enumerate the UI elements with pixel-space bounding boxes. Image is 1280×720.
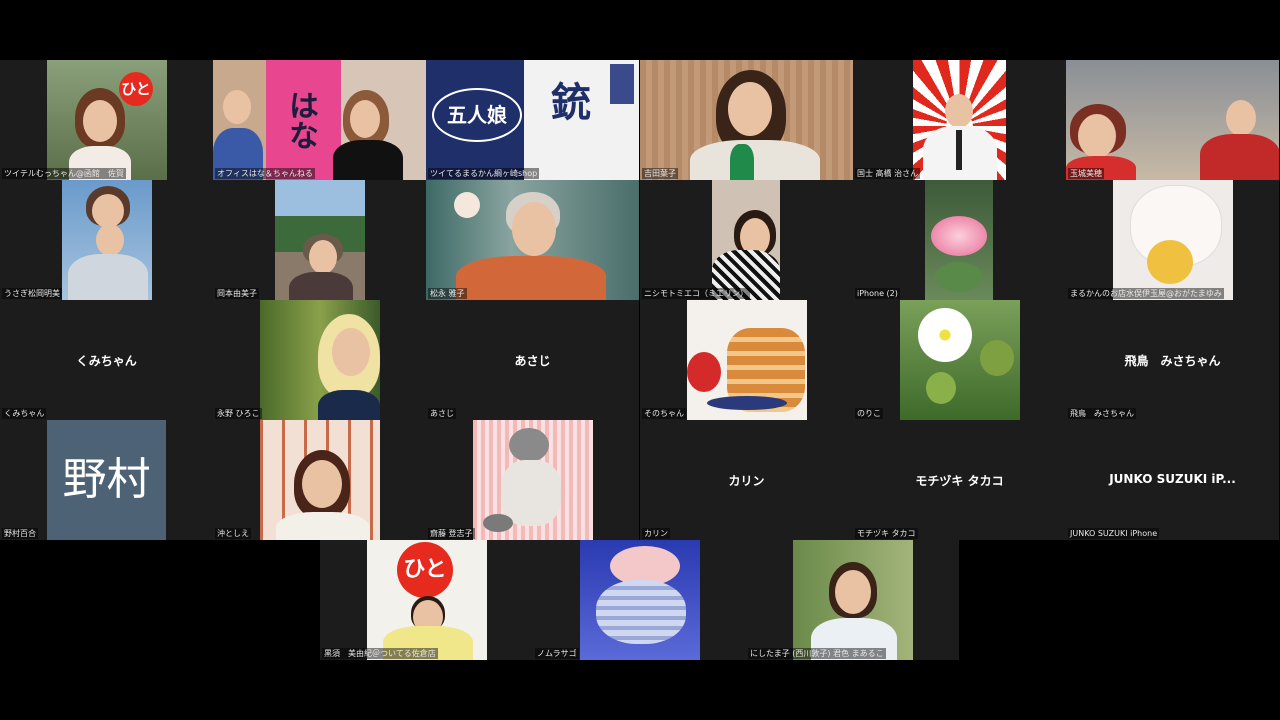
participant-tile[interactable]: そのちゃん (640, 300, 853, 420)
participant-tile[interactable]: カリン カリン (640, 420, 853, 540)
participant-tile[interactable]: にしたま子 (西川敦子) 君色 まあるこ (746, 540, 959, 660)
participant-video (900, 300, 1020, 420)
participant-name: モチヅキ タカコ (855, 528, 918, 539)
participant-video (580, 540, 700, 660)
participant-tile[interactable]: まるかんのお店水俣伊玉屋@おがたまゆみ (1066, 180, 1279, 300)
participant-name: くみちゃん (2, 408, 47, 419)
participant-video (1113, 180, 1233, 300)
participant-center-name: カリン (728, 474, 765, 488)
gallery-grid: ひと ツイテルむっちゃん@函館 佐賀 はな オフィスはな＆ちゃんねる 五人娘 銃… (0, 60, 1280, 660)
participant-center-name: 飛鳥 みさちゃん (1124, 354, 1221, 368)
participant-name: 齋藤 登志子 (428, 528, 475, 539)
participant-tile[interactable]: 国士 髙橋 治さん (853, 60, 1066, 180)
participant-tile[interactable]: 吉田葉子 (640, 60, 853, 180)
participant-center-name: くみちゃん (76, 354, 137, 368)
participant-tile[interactable]: 松永 雅子 (426, 180, 639, 300)
participant-center-name: あさじ (514, 354, 551, 368)
participant-name: ツイテルむっちゃん@函館 佐賀 (2, 168, 126, 179)
participant-name: 黒須 美由紀＠ついてる佐倉店 (322, 648, 438, 659)
participant-name: ツイてるまるかん綱ヶ崎shop (428, 168, 540, 179)
participant-tile[interactable]: 永野 ひろこ (213, 300, 426, 420)
participant-tile[interactable]: のりこ (853, 300, 1066, 420)
participant-video (260, 420, 380, 540)
participant-video: はな (213, 60, 426, 180)
participant-name: 岡本由美子 (215, 288, 259, 299)
participant-name: ノムラサゴ (535, 648, 579, 659)
participant-name: 野村百合 (2, 528, 38, 539)
participant-name: オフィスはな＆ちゃんねる (215, 168, 315, 179)
participant-name: そのちゃん (642, 408, 686, 419)
participant-video (712, 180, 780, 300)
participant-name: 永野 ひろこ (215, 408, 262, 419)
participant-name: 国士 髙橋 治さん (855, 168, 921, 179)
participant-video (426, 180, 639, 300)
participant-video: ひと (367, 540, 487, 660)
participant-video (687, 300, 807, 420)
participant-tile[interactable]: モチヅキ タカコ モチヅキ タカコ (853, 420, 1066, 540)
participant-name: にしたま子 (西川敦子) 君色 まあるこ (748, 648, 886, 659)
participant-video (913, 60, 1006, 180)
participant-center-name: モチヅキ タカコ (915, 474, 1004, 488)
participant-video: ひと (47, 60, 167, 180)
participant-tile[interactable]: 齋藤 登志子 (426, 420, 639, 540)
participant-name: あさじ (428, 408, 456, 419)
participant-video (1066, 60, 1279, 180)
participant-name: 沖としえ (215, 528, 251, 539)
participant-video (640, 60, 853, 180)
participant-video (260, 300, 380, 420)
participant-tile[interactable]: ニシモトミエコ（ミエリン） (640, 180, 853, 300)
participant-video (473, 420, 593, 540)
participant-tile[interactable]: JUNKO SUZUKI iP... JUNKO SUZUKI iPhone (1066, 420, 1279, 540)
participant-tile[interactable]: ひと ツイテルむっちゃん@函館 佐賀 (0, 60, 213, 180)
participant-tile[interactable]: あさじ あさじ (426, 300, 639, 420)
hana-banner: はな (283, 90, 318, 150)
participant-name: 吉田葉子 (642, 168, 678, 179)
participant-tile[interactable]: iPhone (2) (853, 180, 1066, 300)
gomusume-banner: 五人娘 (432, 88, 522, 142)
participant-video (62, 180, 152, 300)
hitori-logo-icon: ひと (397, 542, 453, 598)
participant-name: のりこ (855, 408, 883, 419)
participant-name: 玉城美穂 (1068, 168, 1104, 179)
participant-name: iPhone (2) (855, 288, 900, 299)
participant-name: カリン (642, 528, 670, 539)
participant-tile[interactable]: うさぎ松岡明美 (0, 180, 213, 300)
participant-tile[interactable]: 五人娘 銃 ツイてるまるかん綱ヶ崎shop (426, 60, 639, 180)
participant-tile[interactable]: くみちゃん くみちゃん (0, 300, 213, 420)
participant-tile[interactable]: 岡本由美子 (213, 180, 426, 300)
participant-name: うさぎ松岡明美 (2, 288, 62, 299)
participant-name: 飛鳥 みさちゃん (1068, 408, 1136, 419)
participant-tile[interactable]: 沖としえ (213, 420, 426, 540)
participant-tile[interactable]: 玉城美穂 (1066, 60, 1279, 180)
participant-name: まるかんのお店水俣伊玉屋@おがたまゆみ (1068, 288, 1224, 299)
participant-video (793, 540, 913, 660)
participant-video: 五人娘 銃 (426, 60, 639, 180)
participant-tile[interactable]: 野村 野村百合 (0, 420, 213, 540)
participant-video (275, 180, 365, 300)
participant-name: JUNKO SUZUKI iPhone (1068, 528, 1160, 539)
participant-tile[interactable]: はな オフィスはな＆ちゃんねる (213, 60, 426, 180)
participant-video (925, 180, 993, 300)
participant-tile[interactable]: 飛鳥 みさちゃん 飛鳥 みさちゃん (1066, 300, 1279, 420)
participant-center-name: JUNKO SUZUKI iP... (1109, 472, 1236, 486)
participant-tile[interactable]: ひと 黒須 美由紀＠ついてる佐倉店 (320, 540, 533, 660)
participant-name: ニシモトミエコ（ミエリン） (642, 288, 750, 299)
participant-tile[interactable]: ノムラサゴ (533, 540, 746, 660)
avatar: 野村 (47, 420, 166, 540)
hitori-logo-icon: ひと (119, 72, 153, 106)
participant-name: 松永 雅子 (428, 288, 467, 299)
